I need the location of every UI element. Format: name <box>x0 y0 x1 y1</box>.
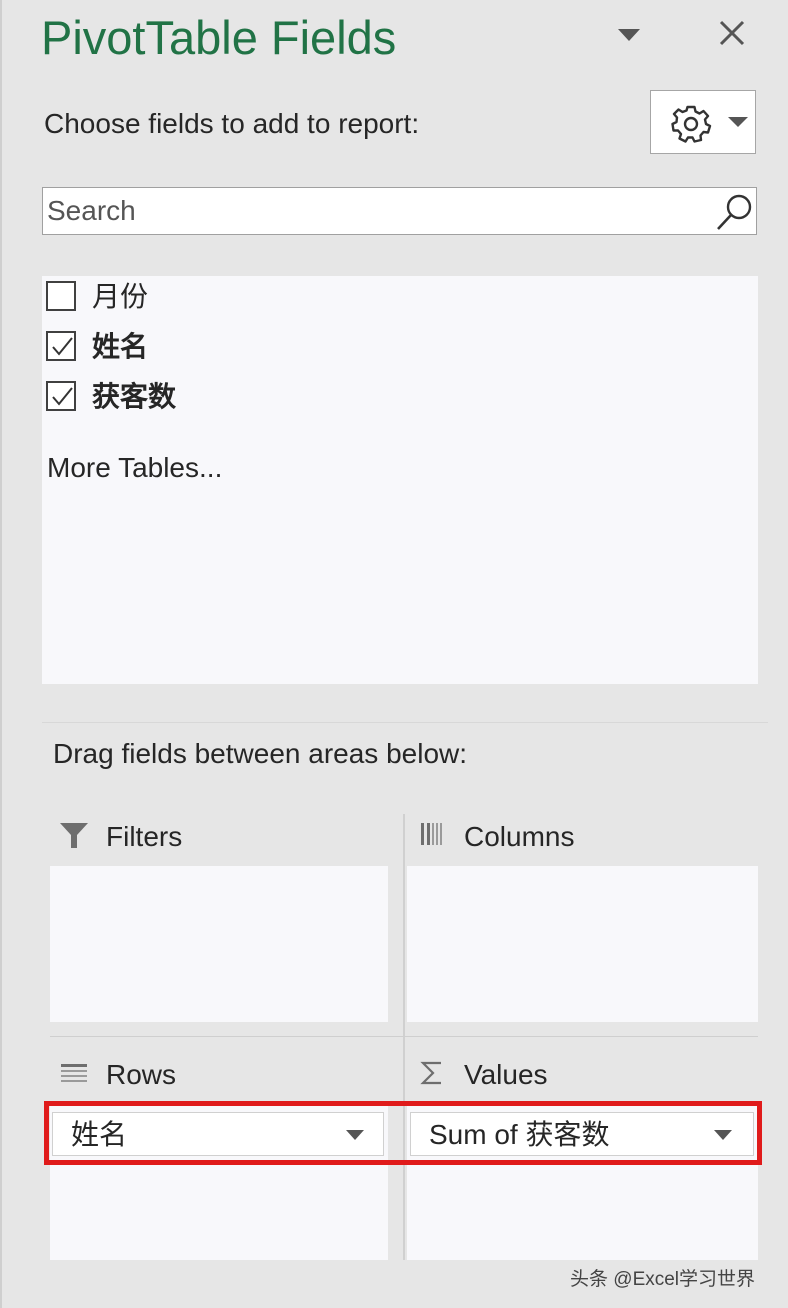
search-box[interactable] <box>42 187 757 235</box>
gear-icon <box>671 105 712 143</box>
areas-horizontal-divider <box>50 1036 758 1037</box>
columns-area-label: Columns <box>464 821 575 852</box>
search-input[interactable] <box>47 188 707 234</box>
field-item-month[interactable]: 月份 <box>46 277 446 317</box>
checkmark-icon <box>52 387 73 406</box>
rows-icon <box>61 1064 87 1082</box>
highlight-box <box>44 1101 762 1165</box>
rows-area-label: Rows <box>106 1059 177 1090</box>
close-icon <box>719 20 745 46</box>
watermark-text: 头条 @Excel学习世界 <box>570 1269 756 1290</box>
field-item-name[interactable]: 姓名 <box>46 327 446 367</box>
checkbox-unchecked[interactable] <box>46 281 76 311</box>
areas-vertical-divider <box>403 814 405 1260</box>
task-pane-options-button[interactable] <box>612 22 646 46</box>
close-button[interactable] <box>713 14 751 52</box>
field-item-customers[interactable]: 获客数 <box>46 377 446 417</box>
field-label: 姓名 <box>92 331 149 362</box>
sigma-icon <box>420 1061 441 1085</box>
field-label: 月份 <box>92 281 149 312</box>
caret-down-icon <box>618 29 640 41</box>
checkbox-checked[interactable] <box>46 381 76 411</box>
checkbox-checked[interactable] <box>46 331 76 361</box>
values-area-label: Values <box>464 1059 548 1090</box>
columns-drop-area[interactable] <box>407 866 758 1022</box>
section-divider <box>42 722 768 723</box>
more-tables-link[interactable]: More Tables... <box>47 448 222 488</box>
field-list: 月份 姓名 获客数 More Tables... <box>42 276 758 684</box>
search-icon[interactable] <box>715 192 755 232</box>
field-label: 获客数 <box>92 381 177 412</box>
filters-drop-area[interactable] <box>50 866 388 1022</box>
drag-fields-label: Drag fields between areas below: <box>53 738 468 769</box>
choose-fields-label: Choose fields to add to report: <box>44 108 420 139</box>
caret-down-icon <box>728 117 748 127</box>
tools-button[interactable] <box>650 90 756 154</box>
columns-icon <box>421 823 442 845</box>
filter-icon <box>60 823 88 848</box>
filters-area-label: Filters <box>106 821 183 852</box>
panel-title: PivotTable Fields <box>41 11 397 64</box>
panel-left-border <box>0 0 2 1308</box>
checkmark-icon <box>52 337 73 356</box>
